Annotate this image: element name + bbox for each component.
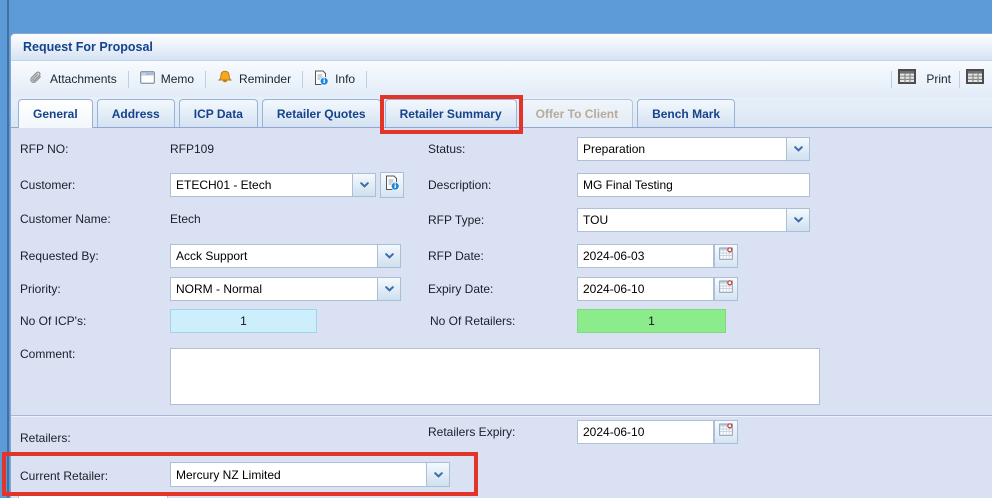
attachments-button[interactable]: Attachments bbox=[19, 67, 126, 91]
rfp-date-label: RFP Date: bbox=[428, 249, 484, 263]
chevron-down-icon[interactable] bbox=[377, 277, 401, 301]
customer-info-button[interactable] bbox=[380, 172, 404, 198]
tab-icp-data[interactable]: ICP Data bbox=[179, 99, 258, 127]
memo-icon bbox=[140, 71, 155, 87]
comment-textarea[interactable] bbox=[170, 348, 820, 405]
window-titlebar[interactable]: Request For Proposal bbox=[11, 34, 992, 61]
tab-retailer-summary[interactable]: Retailer Summary bbox=[385, 99, 517, 127]
rfp-window: Request For Proposal Attachments Memo Re… bbox=[10, 33, 992, 498]
customer-combobox[interactable]: ETECH01 - Etech bbox=[170, 173, 376, 197]
description-input[interactable] bbox=[577, 173, 810, 197]
toolbar-separator bbox=[959, 71, 960, 88]
desktop-background: { "window": { "title": "Request For Prop… bbox=[0, 0, 992, 498]
status-value[interactable]: Preparation bbox=[577, 137, 786, 161]
tab-bench-mark[interactable]: Bench Mark bbox=[637, 99, 735, 127]
grid-icon bbox=[966, 69, 984, 89]
reminder-button[interactable]: Reminder bbox=[208, 67, 300, 91]
info-doc-icon bbox=[385, 175, 400, 196]
customer-name-value: Etech bbox=[170, 212, 201, 226]
expiry-date-label: Expiry Date: bbox=[428, 282, 493, 296]
info-doc-icon bbox=[314, 70, 329, 89]
calendar-icon bbox=[719, 423, 733, 441]
toolbar: Attachments Memo Reminder Info bbox=[11, 61, 992, 97]
priority-label: Priority: bbox=[20, 282, 61, 296]
window-title: Request For Proposal bbox=[23, 40, 153, 54]
description-label: Description: bbox=[428, 178, 491, 192]
tab-retailer-quotes[interactable]: Retailer Quotes bbox=[262, 99, 381, 127]
customer-name-label: Customer Name: bbox=[20, 212, 111, 226]
requested-by-label: Requested By: bbox=[20, 249, 99, 263]
toolbar-right-group: Print bbox=[889, 67, 988, 91]
priority-value[interactable]: NORM - Normal bbox=[170, 277, 377, 301]
priority-combobox[interactable]: NORM - Normal bbox=[170, 277, 401, 301]
current-retailer-combobox[interactable]: Mercury NZ Limited bbox=[170, 462, 450, 487]
toolbar-separator bbox=[205, 71, 206, 88]
retailers-label: Retailers: bbox=[20, 431, 71, 445]
rfp-type-label: RFP Type: bbox=[428, 213, 484, 227]
customer-label: Customer: bbox=[20, 178, 75, 192]
rfp-no-label: RFP NO: bbox=[20, 142, 68, 156]
calendar-icon bbox=[719, 280, 733, 298]
chevron-down-icon[interactable] bbox=[786, 137, 810, 161]
info-label: Info bbox=[335, 72, 355, 86]
no-of-retailers-label: No Of Retailers: bbox=[430, 314, 515, 328]
chevron-down-icon[interactable] bbox=[377, 244, 401, 268]
attachments-label: Attachments bbox=[50, 72, 117, 86]
current-retailer-label: Current Retailer: bbox=[20, 469, 108, 483]
toolbar-separator bbox=[128, 71, 129, 88]
no-of-retailers-count: 1 bbox=[577, 309, 726, 333]
toolbar-separator bbox=[366, 71, 367, 88]
rfp-date-input[interactable] bbox=[577, 244, 714, 268]
section-divider-highlight bbox=[11, 416, 992, 417]
requested-by-combobox[interactable]: Acck Support bbox=[170, 244, 401, 268]
no-of-retailers-value: 1 bbox=[648, 314, 655, 328]
desktop-edge-line bbox=[7, 0, 9, 498]
export-grid-button[interactable] bbox=[962, 67, 988, 91]
rfp-type-value[interactable]: TOU bbox=[577, 208, 786, 232]
general-tab-panel: RFP NO: RFP109 Status: Preparation Custo… bbox=[11, 128, 992, 498]
expiry-date-input[interactable] bbox=[577, 277, 714, 301]
reminder-label: Reminder bbox=[239, 72, 291, 86]
chevron-down-icon[interactable] bbox=[352, 173, 376, 197]
comment-label: Comment: bbox=[20, 347, 75, 361]
no-of-icps-value: 1 bbox=[240, 314, 247, 328]
status-combobox[interactable]: Preparation bbox=[577, 137, 810, 161]
rfp-type-combobox[interactable]: TOU bbox=[577, 208, 810, 232]
tab-offer-to-client: Offer To Client bbox=[521, 99, 633, 127]
no-of-icps-label: No Of ICP's: bbox=[20, 314, 86, 328]
status-label: Status: bbox=[428, 142, 465, 156]
rfp-no-value: RFP109 bbox=[170, 142, 214, 156]
paperclip-icon bbox=[28, 70, 44, 89]
toolbar-separator bbox=[302, 71, 303, 88]
print-grid-button[interactable] bbox=[894, 67, 920, 91]
tab-general[interactable]: General bbox=[18, 99, 93, 128]
tab-bar: General Address ICP Data Retailer Quotes… bbox=[11, 97, 992, 128]
retailers-expiry-picker-button[interactable] bbox=[714, 420, 738, 444]
expiry-date-picker-button[interactable] bbox=[714, 277, 738, 301]
retailers-expiry-input[interactable] bbox=[577, 420, 714, 444]
bell-icon bbox=[217, 70, 233, 88]
print-button[interactable]: Print bbox=[920, 67, 957, 91]
print-label: Print bbox=[926, 72, 951, 86]
chevron-down-icon[interactable] bbox=[426, 462, 450, 487]
info-button[interactable]: Info bbox=[305, 67, 364, 91]
retailers-expiry-label: Retailers Expiry: bbox=[428, 425, 515, 439]
memo-label: Memo bbox=[161, 72, 194, 86]
calendar-icon bbox=[719, 247, 733, 265]
requested-by-value[interactable]: Acck Support bbox=[170, 244, 377, 268]
memo-button[interactable]: Memo bbox=[131, 67, 203, 91]
tab-retailer-summary-label: Retailer Summary bbox=[400, 107, 502, 121]
current-retailer-value[interactable]: Mercury NZ Limited bbox=[170, 462, 426, 487]
rfp-date-picker-button[interactable] bbox=[714, 244, 738, 268]
chevron-down-icon[interactable] bbox=[786, 208, 810, 232]
toolbar-separator bbox=[891, 71, 892, 88]
clipped-field-below bbox=[18, 494, 168, 498]
grid-icon bbox=[898, 69, 916, 89]
tab-address[interactable]: Address bbox=[97, 99, 175, 127]
customer-value[interactable]: ETECH01 - Etech bbox=[170, 173, 352, 197]
no-of-icps-count: 1 bbox=[170, 309, 317, 333]
